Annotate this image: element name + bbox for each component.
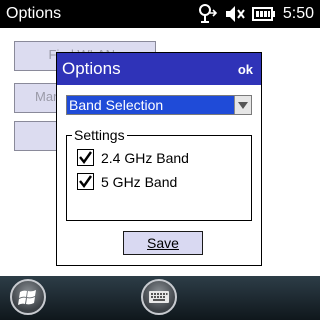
keyboard-button[interactable]	[141, 279, 177, 315]
save-button[interactable]: Save	[123, 231, 203, 255]
save-button-label: Save	[147, 235, 179, 251]
dialog-title-bar: Options ok	[57, 53, 261, 85]
app-title: Options	[6, 5, 62, 22]
checkbox-5ghz[interactable]	[77, 173, 94, 190]
status-bar: Options 5:50	[0, 0, 320, 28]
band-selection-dropdown[interactable]: Band Selection	[66, 95, 252, 115]
checkbox-2-4ghz[interactable]	[77, 149, 94, 166]
windows-start-icon	[18, 290, 36, 305]
checkbox-label: 2.4 GHz Band	[101, 150, 189, 166]
clock[interactable]: 5:50	[283, 4, 314, 24]
checkmark-icon	[79, 175, 92, 189]
settings-group: Settings 2.4 GHz Band 5 GHz Band	[66, 126, 252, 221]
checkbox-label: 5 GHz Band	[101, 174, 178, 190]
battery-icon[interactable]	[252, 4, 276, 24]
connectivity-icon[interactable]	[196, 4, 218, 24]
keyboard-icon	[149, 291, 169, 303]
dialog-title: Options	[62, 59, 121, 78]
volume-muted-icon[interactable]	[224, 4, 246, 24]
options-dialog: Options ok Band Selection Settings 2.4 G…	[56, 52, 262, 266]
bottom-softkey-bar	[0, 276, 320, 320]
settings-group-legend: Settings	[72, 126, 127, 144]
start-button[interactable]	[10, 279, 46, 315]
dropdown-arrow-button[interactable]	[234, 96, 251, 114]
chevron-down-icon	[238, 102, 248, 109]
dropdown-selected-value: Band Selection	[69, 97, 164, 113]
ok-button[interactable]: ok	[238, 62, 253, 78]
checkmark-icon	[79, 151, 92, 165]
